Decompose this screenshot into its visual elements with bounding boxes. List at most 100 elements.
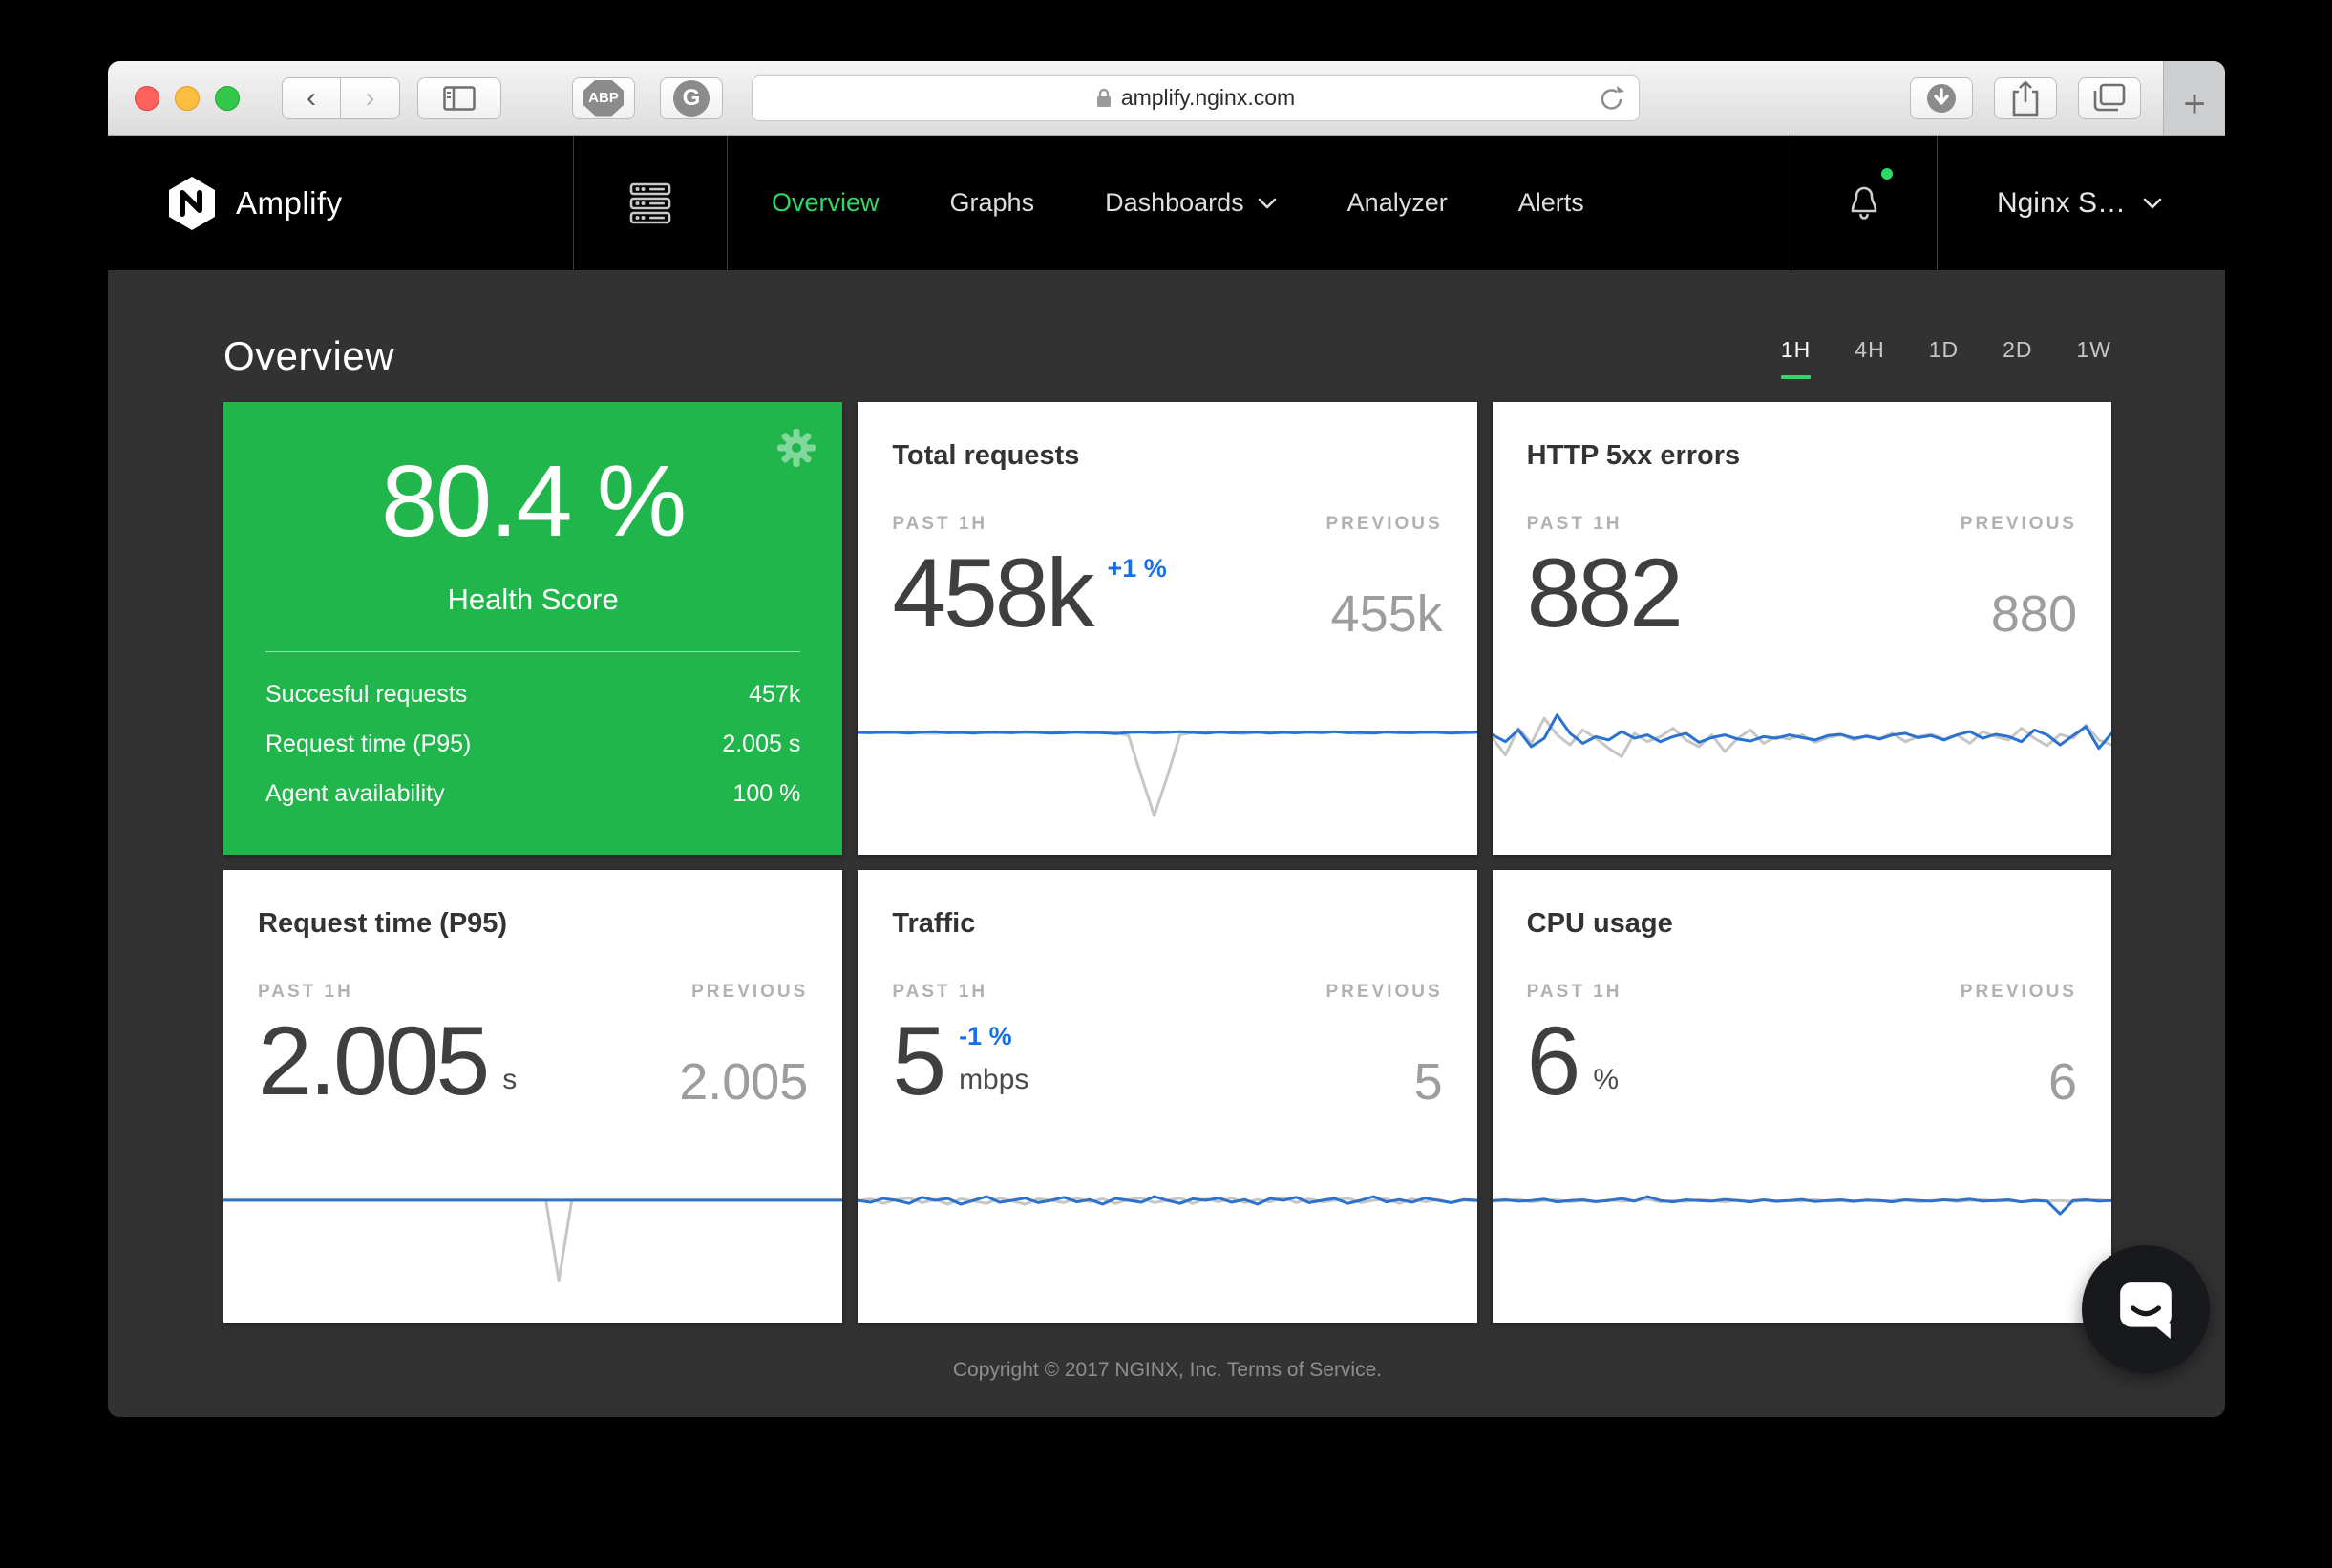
adblock-extension-button[interactable]: ABP	[572, 77, 635, 119]
server-rack-icon	[627, 181, 673, 225]
address-bar[interactable]: amplify.nginx.com	[752, 75, 1640, 121]
download-icon	[1924, 81, 1959, 116]
nav-item-dashboards[interactable]: Dashboards	[1105, 188, 1277, 218]
show-tabs-button[interactable]	[2078, 77, 2141, 119]
content-header: Overview 1H 4H 1D 2D 1W	[223, 270, 2111, 402]
chevron-down-icon	[1258, 198, 1277, 209]
plus-icon: +	[2183, 85, 2205, 123]
card-title: CPU usage	[1527, 870, 2077, 940]
health-row-request-time: Request time (P95) 2.005 s	[265, 731, 800, 758]
metric-card-request-time: Request time (P95) PAST 1H PREVIOUS 2.00…	[223, 870, 842, 1323]
ghostery-extension-button[interactable]: G	[660, 77, 723, 119]
share-button[interactable]	[1994, 77, 2057, 119]
new-tab-button[interactable]: +	[2163, 61, 2225, 135]
card-title: Traffic	[892, 870, 1442, 940]
sparkline-chart	[858, 689, 1476, 822]
reload-icon	[1599, 85, 1625, 114]
sidebar-icon	[443, 86, 476, 111]
card-title: Request time (P95)	[258, 870, 808, 940]
time-range-picker: 1H 4H 1D 2D 1W	[1781, 337, 2111, 379]
health-score-label: Health Score	[223, 583, 842, 617]
previous-label: PREVIOUS	[1961, 982, 2077, 1003]
time-range-1w[interactable]: 1W	[2077, 337, 2112, 379]
copyright-footer: Copyright © 2017 NGINX, Inc. Terms of Se…	[223, 1359, 2111, 1382]
window-zoom-button[interactable]	[215, 86, 240, 111]
window-close-button[interactable]	[135, 86, 159, 111]
browser-window: ‹ › ABP G amplify.nginx.com	[108, 61, 2225, 1417]
health-row-agent-availability: Agent availability 100 %	[265, 780, 800, 808]
divider	[265, 651, 800, 652]
nginx-logo-icon	[167, 176, 217, 231]
previous-label: PREVIOUS	[1325, 982, 1442, 1003]
past-label: PAST 1H	[892, 982, 987, 1003]
nav-item-dashboards-label: Dashboards	[1105, 188, 1244, 218]
metric-value: 2.005	[258, 1006, 487, 1115]
metric-previous-value: 455k	[1331, 584, 1443, 647]
main-content: Overview 1H 4H 1D 2D 1W	[108, 270, 2225, 1417]
brand[interactable]: Amplify	[108, 136, 573, 270]
nav-right-group: Nginx S…	[1791, 136, 2225, 270]
sparkline-chart	[1493, 689, 2111, 822]
notification-dot	[1881, 168, 1893, 180]
gear-icon	[777, 429, 816, 467]
page-title: Overview	[223, 333, 394, 379]
past-label: PAST 1H	[258, 982, 353, 1003]
metric-card-cpu-usage: CPU usage PAST 1H PREVIOUS 6 % 6	[1493, 870, 2111, 1323]
health-score-card: 80.4 % Health Score Succesful requests 4…	[223, 402, 842, 855]
chat-icon	[2114, 1278, 2177, 1341]
downloads-button[interactable]	[1910, 77, 1973, 119]
metric-previous-value: 2.005	[679, 1052, 808, 1115]
share-icon	[2009, 79, 2042, 117]
previous-label: PREVIOUS	[1961, 514, 2077, 535]
window-minimize-button[interactable]	[175, 86, 200, 111]
health-row-successful-requests: Succesful requests 457k	[265, 681, 800, 709]
active-underline	[1781, 375, 1811, 379]
metric-value: 882	[1527, 539, 1681, 647]
sparkline-chart	[223, 1156, 842, 1290]
past-label: PAST 1H	[1527, 514, 1622, 535]
tabs-icon	[2091, 82, 2128, 115]
nav-item-analyzer[interactable]: Analyzer	[1347, 188, 1448, 218]
metric-unit: %	[1593, 1064, 1619, 1096]
abp-icon: ABP	[583, 80, 624, 117]
sidebar-button[interactable]	[417, 77, 501, 119]
metric-value: 6	[1527, 1006, 1579, 1115]
metric-change: -1 %	[959, 1022, 1028, 1051]
cards-grid: 80.4 % Health Score Succesful requests 4…	[223, 402, 2111, 1323]
lock-icon	[1096, 88, 1112, 108]
nav-links: Overview Graphs Dashboards Analyzer Aler…	[728, 136, 1584, 270]
chat-widget-button[interactable]	[2082, 1245, 2210, 1373]
sparkline-chart	[858, 1156, 1476, 1290]
nav-item-alerts[interactable]: Alerts	[1518, 188, 1584, 218]
health-settings-button[interactable]	[777, 429, 816, 472]
metric-card-total-requests: Total requests PAST 1H PREVIOUS 458k +1 …	[858, 402, 1476, 855]
bell-icon	[1845, 180, 1883, 222]
time-range-1h[interactable]: 1H	[1781, 337, 1811, 379]
back-icon: ‹	[307, 84, 316, 113]
app-navbar: Amplify Overvi	[108, 136, 2225, 270]
browser-toolbar: ‹ › ABP G amplify.nginx.com	[108, 61, 2225, 136]
nav-item-overview[interactable]: Overview	[772, 188, 880, 218]
time-range-4h[interactable]: 4H	[1855, 337, 1884, 379]
card-title: HTTP 5xx errors	[1527, 402, 2077, 472]
health-score-value: 80.4 %	[223, 444, 842, 560]
metric-previous-value: 880	[1991, 584, 2077, 647]
brand-name: Amplify	[236, 185, 343, 222]
forward-button[interactable]: ›	[341, 77, 400, 119]
notifications-button[interactable]	[1791, 136, 1937, 270]
time-range-1d[interactable]: 1D	[1929, 337, 1959, 379]
toolbar-right-group	[1889, 77, 2141, 119]
metric-value: 5	[892, 1006, 943, 1115]
time-range-2d[interactable]: 2D	[2003, 337, 2032, 379]
nav-item-graphs[interactable]: Graphs	[950, 188, 1035, 218]
metric-unit: mbps	[959, 1064, 1028, 1096]
g-extension-icon: G	[673, 80, 710, 117]
metric-unit: s	[502, 1064, 517, 1096]
metric-card-http-5xx-errors: HTTP 5xx errors PAST 1H PREVIOUS 882 880	[1493, 402, 2111, 855]
reload-button[interactable]	[1599, 85, 1625, 118]
hosts-button[interactable]	[574, 136, 727, 270]
sparkline-chart	[1493, 1156, 2111, 1290]
account-name: Nginx S…	[1997, 187, 2126, 220]
back-button[interactable]: ‹	[282, 77, 341, 119]
account-menu[interactable]: Nginx S…	[1938, 136, 2225, 270]
